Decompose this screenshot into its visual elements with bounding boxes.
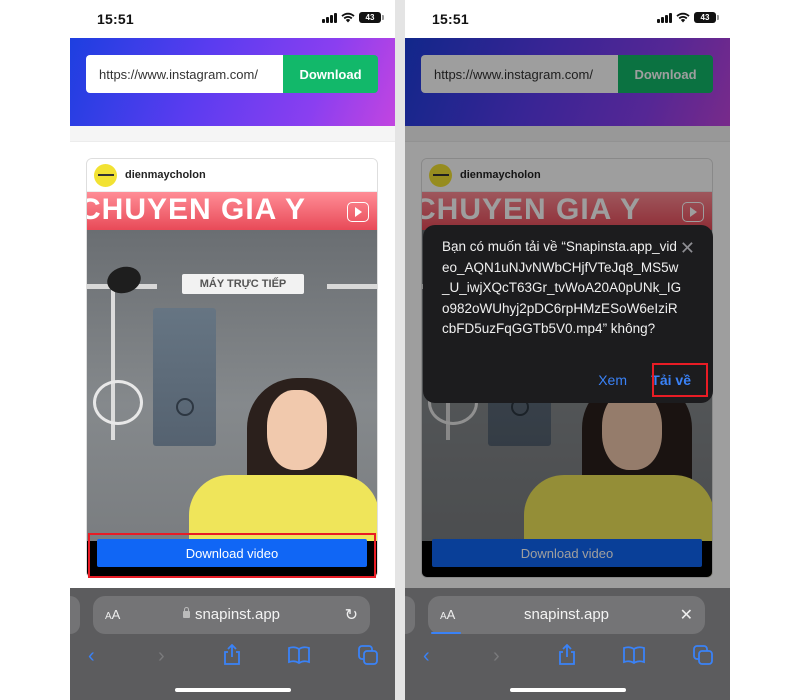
address-host: snapinst.app [523, 606, 610, 623]
status-time: 15:51 [97, 11, 134, 27]
address-bar[interactable]: AA snapinst.app ✕ [428, 596, 705, 634]
close-icon[interactable]: ✕ [680, 605, 693, 625]
share-icon[interactable] [223, 644, 241, 666]
home-indicator [510, 688, 626, 692]
page-load-progress [431, 632, 461, 634]
status-time: 15:51 [432, 11, 469, 27]
url-input[interactable]: https://www.instagram.com/ [86, 55, 283, 93]
shower-hose-image [93, 380, 143, 425]
play-icon[interactable] [347, 202, 369, 222]
download-button[interactable]: Download [283, 55, 378, 93]
address-bar[interactable]: AA snapinst.app ↻ [93, 596, 370, 634]
view-button[interactable]: Xem [598, 372, 627, 388]
tabs-icon[interactable] [693, 645, 713, 665]
safari-toolbar: ‹ › [70, 642, 395, 672]
wifi-icon [341, 12, 355, 23]
panel-divider [395, 0, 405, 700]
close-icon[interactable]: ✕ [680, 238, 695, 259]
download-video-button[interactable]: Download video [97, 539, 367, 567]
avatar [94, 163, 117, 187]
comparison-screenshot: 15:51 43 https://www.instagram.com/ Down… [0, 0, 800, 700]
dialog-message: Bạn có muốn tải về “Snapinsta.app_video_… [442, 239, 682, 336]
post-header: dienmaycholon [87, 159, 377, 192]
battery-icon: 43 [694, 12, 719, 23]
home-indicator [175, 688, 291, 692]
post-username: dienmaycholon [125, 169, 206, 181]
tabs-icon[interactable] [358, 645, 378, 665]
url-form: https://www.instagram.com/ Download [86, 55, 378, 93]
sign-text: MÁY TRỰC TIẾP [182, 274, 304, 294]
safari-bottom-bar: AA snapinst.app ✕ ‹ › [405, 588, 730, 700]
confirm-download-button[interactable]: Tải về [651, 372, 691, 388]
battery-icon: 43 [359, 12, 384, 23]
wifi-icon [676, 12, 690, 23]
cellular-signal-icon [657, 12, 672, 23]
url-header: https://www.instagram.com/ Download [70, 38, 395, 126]
forward-icon[interactable]: › [158, 642, 165, 670]
banner-text: CHUYEN GIA Y [87, 193, 307, 226]
address-host: snapinst.app [194, 606, 281, 623]
status-bar: 15:51 43 [70, 0, 395, 38]
download-confirm-dialog: Bạn có muốn tải về “Snapinsta.app_video_… [423, 225, 713, 403]
water-heater-image [153, 308, 216, 446]
video-thumbnail[interactable]: CHUYEN GIA Y MÁY TRỰC TIẾP Download vi [87, 192, 377, 577]
back-icon[interactable]: ‹ [88, 642, 95, 670]
safari-bottom-bar: AA snapinst.app ↻ ‹ › [70, 588, 395, 700]
status-bar: 15:51 43 [405, 0, 730, 38]
phone-screen-step-1: 15:51 43 https://www.instagram.com/ Down… [70, 0, 395, 700]
reload-icon[interactable]: ↻ [345, 605, 358, 625]
section-divider [70, 126, 395, 142]
lock-icon [182, 607, 190, 618]
post-card: dienmaycholon CHUYEN GIA Y MÁY TRỰC TIẾP [86, 158, 378, 578]
forward-icon[interactable]: › [493, 642, 500, 670]
bookmarks-icon[interactable] [288, 646, 310, 664]
phone-screen-step-2: 15:51 43 https://www.instagram.com/ Down… [405, 0, 730, 700]
back-icon[interactable]: ‹ [423, 642, 430, 670]
cellular-signal-icon [322, 12, 337, 23]
safari-toolbar: ‹ › [405, 642, 730, 672]
share-icon[interactable] [558, 644, 576, 666]
bookmarks-icon[interactable] [623, 646, 645, 664]
video-banner: CHUYEN GIA Y [87, 192, 377, 230]
